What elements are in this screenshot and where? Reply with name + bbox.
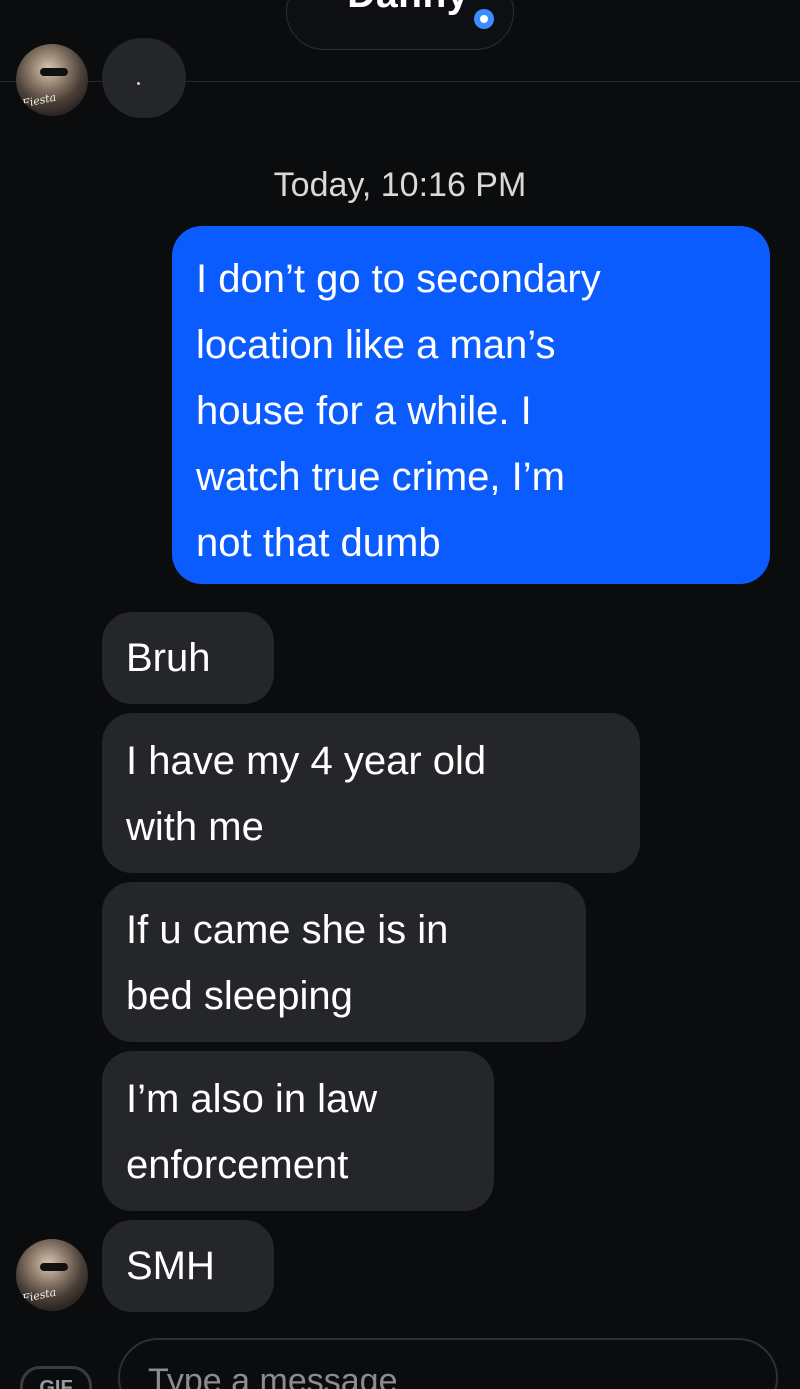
contact-name: Danny <box>309 0 469 15</box>
message-timestamp: Today, 10:16 PM <box>273 166 527 204</box>
partial-message-text <box>137 82 140 85</box>
received-message-bubble-partial[interactable] <box>102 38 186 118</box>
received-message-bubble[interactable]: I’m also in law enforcement <box>102 1051 494 1211</box>
received-message-bubble[interactable]: If u came she is in bed sleeping <box>102 882 586 1042</box>
avatar-signature: Fiesta <box>21 90 58 111</box>
contact-avatar[interactable]: Fiesta <box>16 1239 88 1311</box>
received-message-bubble[interactable]: I have my 4 year old with me <box>102 713 640 873</box>
message-input[interactable]: Type a message <box>118 1338 778 1389</box>
avatar-sunglasses <box>40 68 68 76</box>
sent-message-bubble[interactable]: I don’t go to secondary location like a … <box>172 226 770 584</box>
verified-badge-icon <box>474 9 494 29</box>
chat-screen: Danny Fiesta Today, 10:16 PM I don’t go … <box>0 0 800 1389</box>
avatar-sunglasses <box>40 1263 68 1271</box>
received-message-bubble[interactable]: SMH <box>102 1220 274 1312</box>
gif-button[interactable]: GIF <box>20 1366 92 1389</box>
avatar-signature: Fiesta <box>21 1285 58 1306</box>
contact-avatar[interactable]: Fiesta <box>16 44 88 116</box>
received-message-bubble[interactable]: Bruh <box>102 612 274 704</box>
